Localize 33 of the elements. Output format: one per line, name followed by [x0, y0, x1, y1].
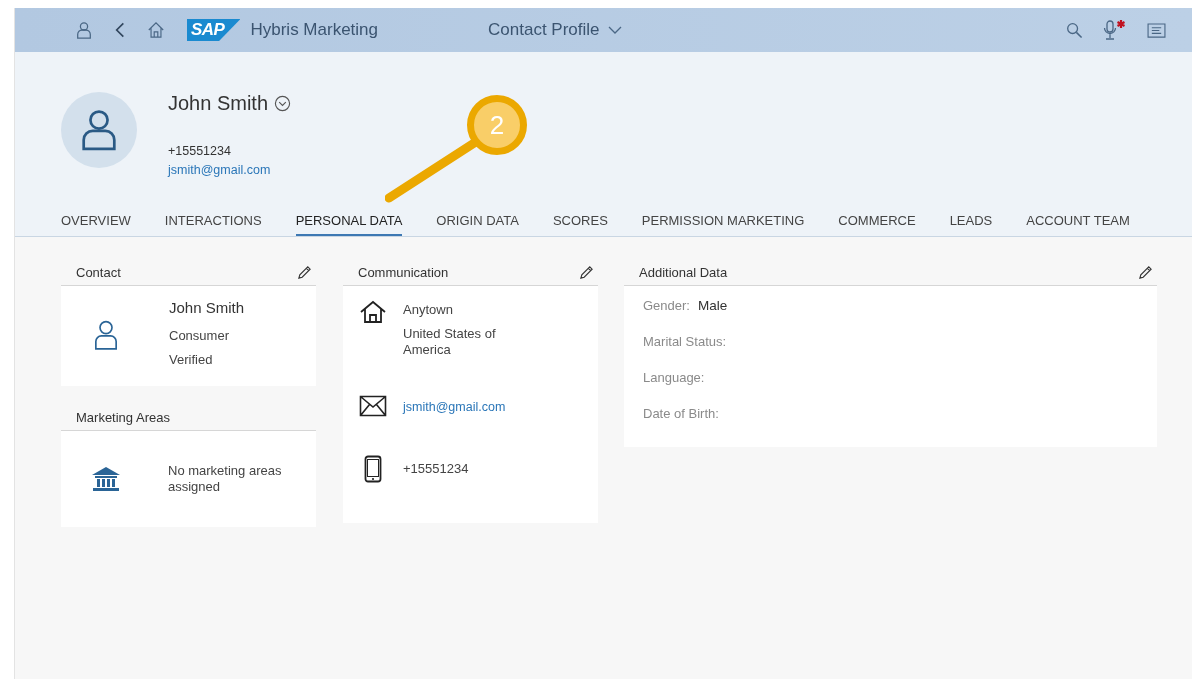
tab[interactable]: PERMISSION MARKETING — [641, 213, 805, 236]
email-link[interactable]: jsmith@gmail.com — [403, 397, 506, 417]
field-label: Language: — [643, 370, 705, 385]
tab[interactable]: SCORES — [552, 213, 608, 236]
app-name: Hybris Marketing — [250, 20, 378, 40]
sap-logo: SAP — [187, 19, 241, 41]
tab[interactable]: PERSONAL DATA — [295, 213, 403, 236]
tab[interactable]: ORIGIN DATA — [436, 213, 519, 236]
contact-name: John Smith — [169, 298, 245, 318]
tab[interactable]: LEADS — [949, 213, 993, 236]
card-title: Contact — [76, 264, 121, 280]
field-label: Gender: — [643, 298, 690, 313]
address-line: United States of America — [403, 326, 497, 358]
callout-badge: 2 — [467, 95, 527, 155]
card-title: Communication — [358, 264, 449, 280]
contact-type: Consumer — [169, 327, 230, 345]
tab[interactable]: INTERACTIONS — [164, 213, 262, 236]
field-label: Date of Birth: — [643, 406, 719, 421]
field-value: Male — [698, 298, 728, 313]
contact-name: John Smith — [168, 91, 269, 115]
tab[interactable]: COMMERCE — [838, 213, 916, 236]
card-title: Additional Data — [639, 264, 728, 280]
empty-message: No marketing areas assigned — [168, 463, 283, 495]
field-label: Marital Status: — [643, 334, 727, 349]
address-line: Anytown — [403, 302, 454, 318]
contact-status: Verified — [169, 351, 214, 369]
email-link[interactable]: jsmith@gmail.com — [168, 160, 292, 180]
page-title-menu[interactable]: Contact Profile — [488, 20, 622, 40]
card-title: Marketing Areas — [76, 409, 170, 425]
tab[interactable]: ACCOUNT TEAM — [1026, 213, 1130, 236]
phone-number: +15551234 — [403, 460, 469, 478]
phone-number: +15551234 — [168, 143, 232, 160]
tab[interactable]: OVERVIEW — [61, 213, 131, 236]
